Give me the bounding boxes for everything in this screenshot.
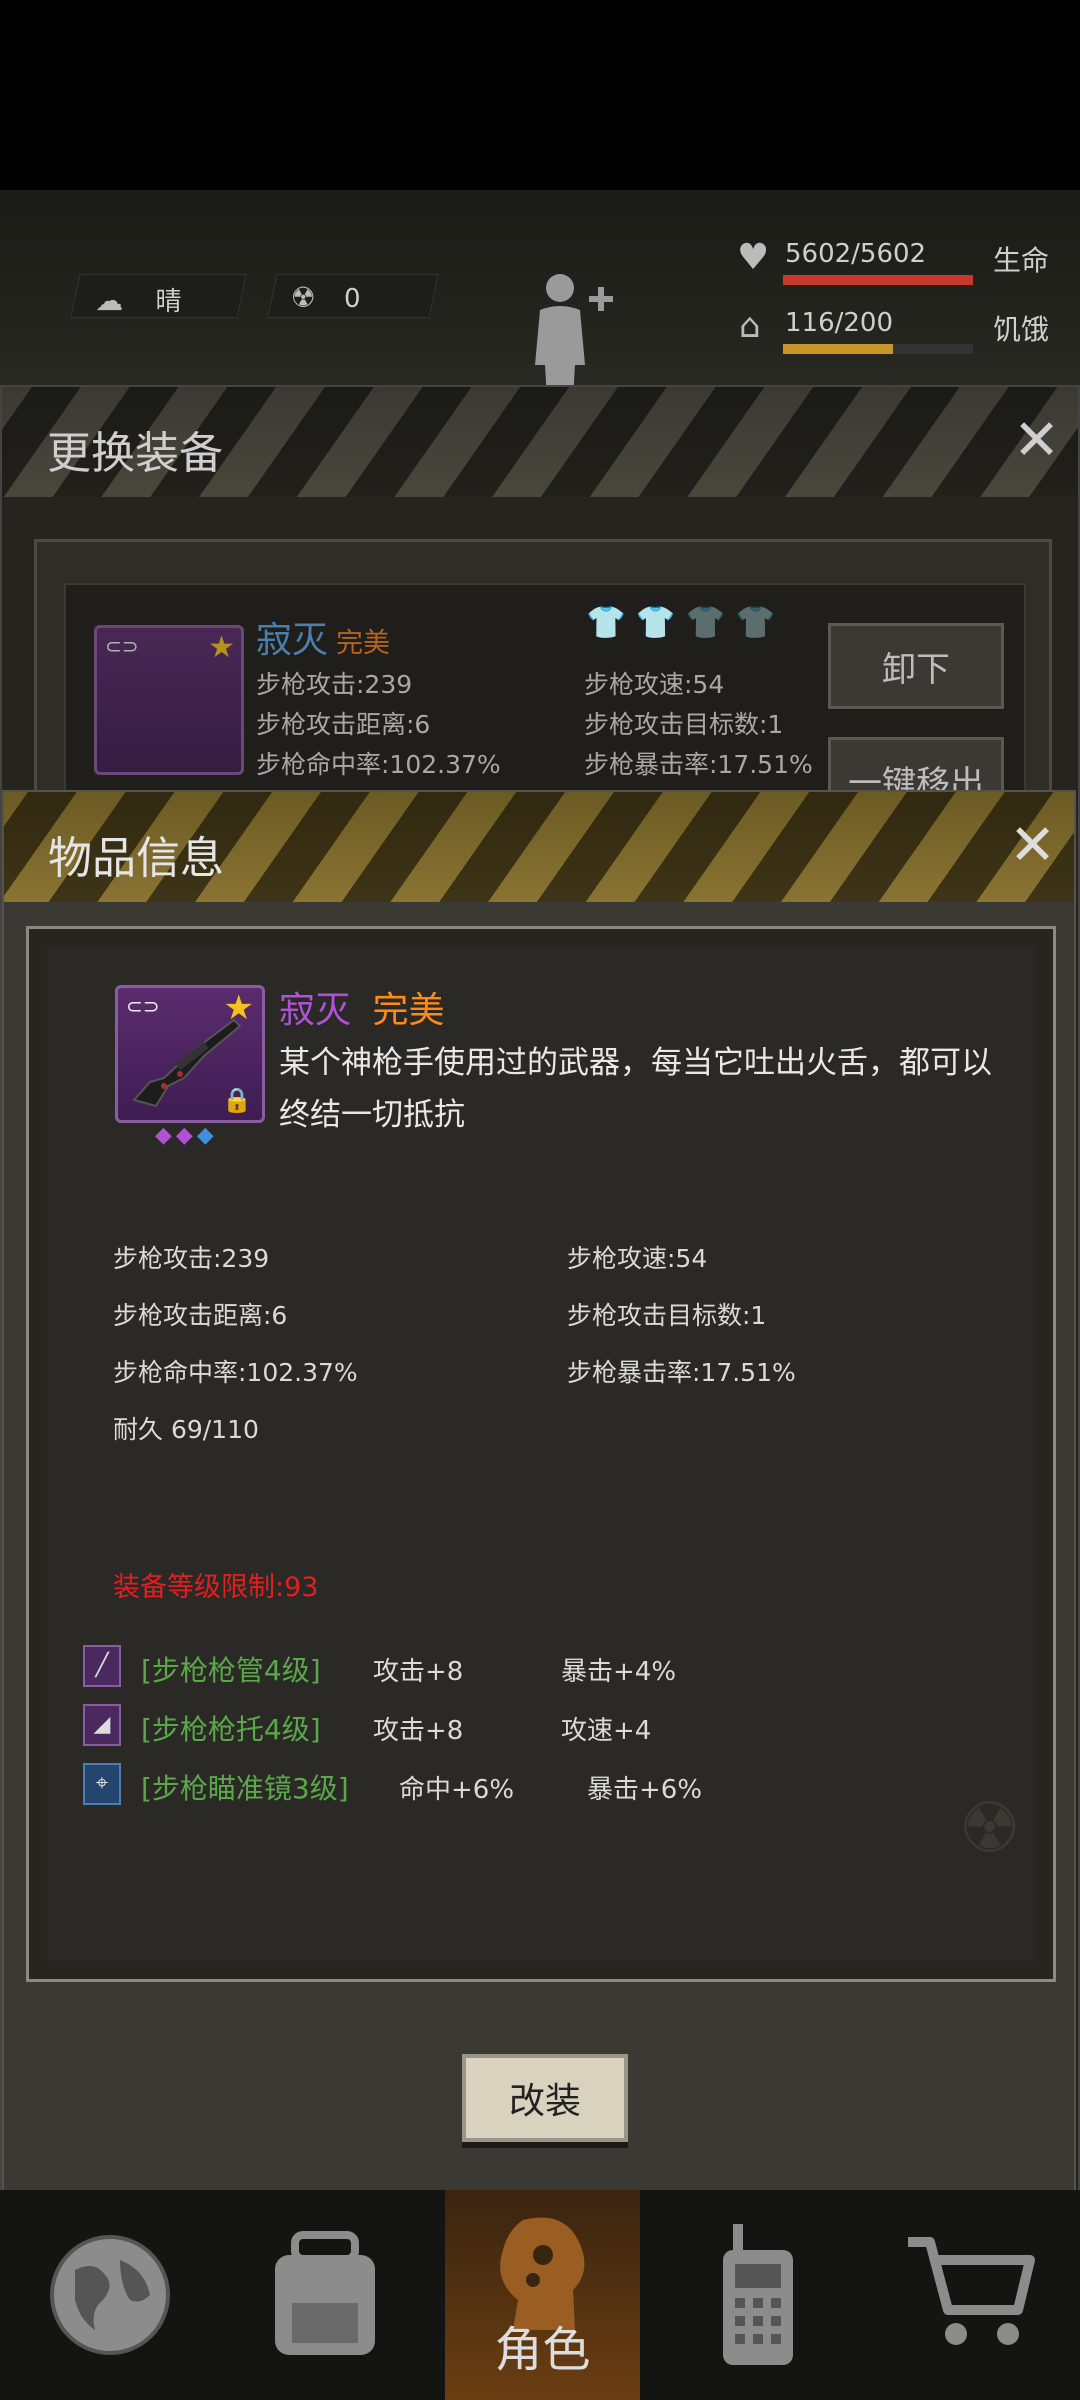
stat-line: 步枪攻击距离:6 xyxy=(113,1301,288,1330)
hp-label: 生命 xyxy=(993,244,1050,277)
durability-line: 耐久 69/110 xyxy=(113,1415,259,1444)
mod-bonus: 命中+6% xyxy=(399,1775,515,1805)
nav-backpack[interactable] xyxy=(235,2190,415,2400)
shirt-icon: 👕 xyxy=(735,603,786,641)
stat-line: 步枪命中率:102.37% xyxy=(113,1358,358,1387)
item-description: 某个神枪手使用过的武器，每当它吐出火舌，都可以终结一切抵抗 xyxy=(279,1045,992,1133)
radiation-icon: ☢ xyxy=(290,281,316,314)
shirt-icon: 👕 xyxy=(635,603,686,641)
stats-left: 步枪攻击:239 步枪攻击距离:6 步枪命中率:102.37% 耐久 69/11… xyxy=(113,1239,358,1467)
shirt-icon: 👕 xyxy=(685,603,736,641)
equip-panel-title: 更换装备 xyxy=(47,428,223,479)
item-info-modal: 物品信息 ✕ ⊂⊃ ★ 🔒 ◆◆◆ 寂灭 完美 某个神枪手使用过的武器，每当它吐… xyxy=(2,790,1076,2194)
weapon-icon: ⊂⊃ ★ 🔒 xyxy=(115,985,265,1123)
stat-line: 步枪攻击目标数:1 xyxy=(567,1301,767,1330)
stat-line: 步枪暴击率:17.51% xyxy=(567,1358,796,1387)
lock-icon: 🔒 xyxy=(222,1086,252,1114)
item-info-close-icon[interactable]: ✕ xyxy=(1009,818,1056,874)
hp-value: 5602/5602 xyxy=(785,239,927,269)
item-info-header: 物品信息 ✕ xyxy=(4,792,1074,902)
equipped-item-quality: 完美 xyxy=(336,628,390,659)
equipped-stat: 步枪攻击距离:6 xyxy=(256,710,431,739)
mod-name: [步枪枪管4级] xyxy=(141,1654,321,1687)
equipped-stats-left: 步枪攻击:239 步枪攻击距离:6 步枪命中率:102.37% xyxy=(256,665,501,785)
nav-character-label: 角色 xyxy=(494,2322,591,2378)
armor-slot-icons: 👕👕👕👕 xyxy=(586,603,785,641)
purple-gem-icon: ◆ xyxy=(175,1123,197,1148)
hunger-bar-fill xyxy=(783,344,894,354)
item-info-title: 物品信息 xyxy=(48,833,224,884)
gem-slots: ◆◆◆ xyxy=(155,1123,218,1148)
mod-bonus: 攻击+8 xyxy=(373,1716,464,1746)
equipped-weapon-icon: ★ ⊂⊃ xyxy=(94,625,244,775)
purple-gem-icon: ◆ xyxy=(155,1123,176,1148)
mod-bonus: 攻速+4 xyxy=(561,1716,652,1746)
nav-world[interactable] xyxy=(20,2190,200,2400)
stomach-icon: ⌂ xyxy=(739,306,761,346)
equipped-stat: 步枪命中率:102.37% xyxy=(256,750,501,779)
mod-name: [步枪瞄准镜3级] xyxy=(141,1772,349,1805)
hunger-value: 116/200 xyxy=(785,308,894,338)
mod-bonus: 暴击+6% xyxy=(587,1775,703,1805)
item-info-content: ⊂⊃ ★ 🔒 ◆◆◆ 寂灭 完美 某个神枪手使用过的武器，每当它吐出火舌，都可以… xyxy=(47,947,1035,1961)
watermark-radiation-icon: ☢ xyxy=(958,1787,1021,1869)
mod-bonus: 攻击+8 xyxy=(373,1657,464,1687)
stats-right: 步枪攻速:54 步枪攻击目标数:1 步枪暴击率:17.51% xyxy=(567,1239,796,1410)
modify-button[interactable]: 改装 xyxy=(462,2054,628,2142)
level-requirement: 装备等级限制:93 xyxy=(113,1572,319,1603)
item-name: 寂灭 xyxy=(279,990,352,1031)
equipped-stat: 步枪攻击目标数:1 xyxy=(584,710,784,739)
mod-row[interactable]: ◢ [步枪枪托4级] 攻击+8 攻速+4 xyxy=(83,1702,983,1752)
shirt-icon: 👕 xyxy=(586,603,636,641)
hunger-bar xyxy=(783,344,973,354)
character-silhouette-icon[interactable] xyxy=(525,270,615,400)
item-quality: 完美 xyxy=(372,990,445,1031)
scope-mod-icon: ⌖ xyxy=(83,1763,121,1805)
equipped-stat: 步枪攻速:54 xyxy=(584,670,725,699)
mod-row[interactable]: ⌖ [步枪瞄准镜3级] 命中+6% 暴击+6% xyxy=(83,1761,983,1811)
stat-line: 步枪攻速:54 xyxy=(567,1244,708,1273)
star-icon: ★ xyxy=(208,630,235,665)
heart-icon: ♥ xyxy=(737,237,770,278)
barrel-mod-icon: ╱ xyxy=(83,1645,121,1687)
mod-row[interactable]: ╱ [步枪枪管4级] 攻击+8 暴击+4% xyxy=(83,1643,983,1693)
mod-bonus: 暴击+4% xyxy=(561,1657,677,1687)
hp-row: ♥ 5602/5602 生命 xyxy=(725,235,1065,285)
equipped-stat: 步枪暴击率:17.51% xyxy=(584,750,813,779)
link-icon: ⊂⊃ xyxy=(105,634,139,658)
radiation-pill: ☢ 0 xyxy=(267,274,439,318)
equipped-item-name: 寂灭 xyxy=(256,620,329,661)
globe-icon xyxy=(50,2235,170,2355)
radiation-value: 0 xyxy=(344,284,361,314)
nav-radio[interactable] xyxy=(668,2190,848,2400)
blue-gem-icon: ◆ xyxy=(196,1123,218,1148)
equipped-stat: 步枪攻击:239 xyxy=(256,670,413,699)
mod-name: [步枪枪托4级] xyxy=(141,1713,321,1746)
equipped-stats-right: 步枪攻速:54 步枪攻击目标数:1 步枪暴击率:17.51% xyxy=(584,665,813,785)
item-name-row: 寂灭 完美 xyxy=(279,981,444,1033)
nav-character[interactable]: 角色 xyxy=(445,2190,640,2400)
unequip-button[interactable]: 卸下 xyxy=(828,623,1004,709)
cloud-sun-icon: ☁ xyxy=(95,284,124,317)
hunger-row: ⌂ 116/200 饥饿 xyxy=(725,304,1065,354)
stat-line: 步枪攻击:239 xyxy=(113,1244,270,1273)
stock-mod-icon: ◢ xyxy=(83,1704,121,1746)
hunger-label: 饥饿 xyxy=(993,313,1050,346)
modify-button-label: 改装 xyxy=(508,2081,581,2122)
hp-bar-fill xyxy=(783,275,973,285)
weather-pill: ☁ 晴 xyxy=(70,274,247,318)
backpack-icon xyxy=(275,2231,375,2355)
equip-panel-close-icon[interactable]: ✕ xyxy=(1013,413,1060,469)
weather-value: 晴 xyxy=(155,287,182,317)
hp-bar xyxy=(783,275,973,285)
equip-panel-header: 更换装备 ✕ xyxy=(2,387,1078,497)
walkie-talkie-icon xyxy=(723,2224,793,2365)
nav-shop[interactable] xyxy=(880,2190,1060,2400)
item-info-frame: ⊂⊃ ★ 🔒 ◆◆◆ 寂灭 完美 某个神枪手使用过的武器，每当它吐出火舌，都可以… xyxy=(26,926,1056,1982)
shopping-cart-icon xyxy=(908,2237,1035,2345)
